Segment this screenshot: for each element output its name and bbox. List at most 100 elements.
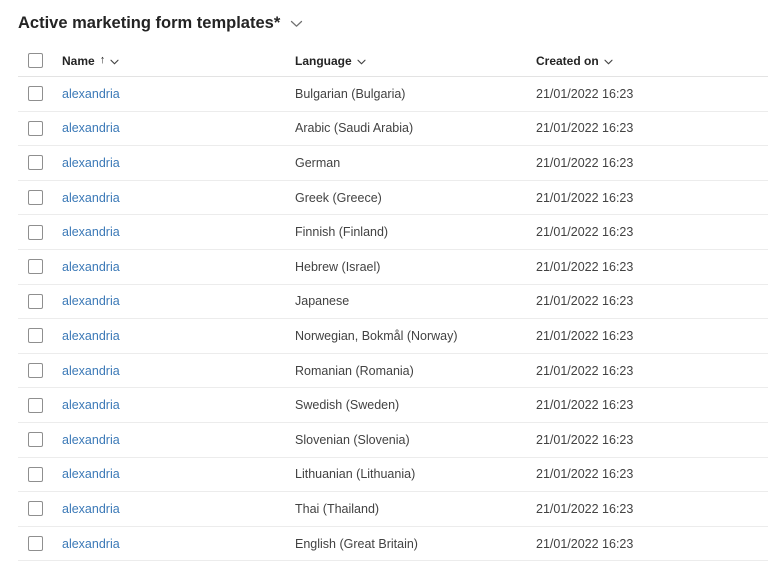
row-select-cell — [18, 190, 62, 206]
row-checkbox[interactable] — [28, 120, 43, 136]
created-on-cell: 21/01/2022 16:23 — [536, 431, 768, 449]
table-row: alexandria Norwegian, Bokmål (Norway) 21… — [18, 319, 768, 354]
row-checkbox[interactable] — [28, 259, 43, 275]
created-on-value: 21/01/2022 16:23 — [536, 294, 634, 309]
name-cell: alexandria — [62, 119, 295, 137]
created-on-cell: 21/01/2022 16:23 — [536, 535, 768, 553]
table-row: alexandria English (Great Britain) 21/01… — [18, 527, 768, 562]
chevron-down-icon[interactable] — [604, 57, 613, 65]
select-all-checkbox[interactable] — [28, 53, 43, 68]
name-cell: alexandria — [62, 258, 295, 276]
table-row: alexandria Greek (Greece) 21/01/2022 16:… — [18, 181, 768, 216]
chevron-down-icon[interactable] — [290, 18, 303, 28]
row-select-cell — [18, 293, 62, 309]
row-checkbox[interactable] — [28, 86, 43, 102]
created-on-cell: 21/01/2022 16:23 — [536, 327, 768, 345]
table-row: alexandria German 21/01/2022 16:23 — [18, 146, 768, 181]
row-checkbox[interactable] — [28, 501, 43, 517]
created-on-value: 21/01/2022 16:23 — [536, 155, 634, 170]
created-on-cell: 21/01/2022 16:23 — [536, 119, 768, 137]
language-cell: Thai (Thailand) — [295, 500, 536, 518]
row-checkbox[interactable] — [28, 155, 43, 171]
template-name-link[interactable]: alexandria — [62, 260, 120, 274]
template-name-link[interactable]: alexandria — [62, 191, 120, 205]
template-name-link[interactable]: alexandria — [62, 467, 120, 481]
template-name-link[interactable]: alexandria — [62, 87, 120, 101]
language-cell: Romanian (Romania) — [295, 362, 536, 380]
created-on-value: 21/01/2022 16:23 — [536, 467, 634, 482]
row-checkbox[interactable] — [28, 328, 43, 344]
created-on-value: 21/01/2022 16:23 — [536, 190, 634, 205]
created-on-value: 21/01/2022 16:23 — [536, 432, 634, 447]
chevron-down-icon[interactable] — [110, 57, 119, 65]
template-name-link[interactable]: alexandria — [62, 294, 120, 308]
row-select-cell — [18, 224, 62, 240]
language-cell: Arabic (Saudi Arabia) — [295, 119, 536, 137]
created-on-cell: 21/01/2022 16:23 — [536, 396, 768, 414]
template-name-link[interactable]: alexandria — [62, 537, 120, 551]
created-on-value: 21/01/2022 16:23 — [536, 536, 634, 551]
row-select-cell — [18, 397, 62, 413]
table-row: alexandria Arabic (Saudi Arabia) 21/01/2… — [18, 112, 768, 147]
row-checkbox[interactable] — [28, 432, 43, 448]
language-value: Lithuanian (Lithuania) — [295, 467, 416, 482]
table-body: alexandria Bulgarian (Bulgaria) 21/01/20… — [18, 77, 768, 562]
template-name-link[interactable]: alexandria — [62, 156, 120, 170]
name-cell: alexandria — [62, 85, 295, 103]
language-value: Romanian (Romania) — [295, 363, 414, 378]
template-name-link[interactable]: alexandria — [62, 398, 120, 412]
template-name-link[interactable]: alexandria — [62, 502, 120, 516]
row-select-cell — [18, 501, 62, 517]
language-cell: Japanese — [295, 292, 536, 310]
created-on-cell: 21/01/2022 16:23 — [536, 292, 768, 310]
created-on-value: 21/01/2022 16:23 — [536, 398, 634, 413]
column-header-created-on[interactable]: Created on — [536, 54, 768, 68]
column-header-created-on-label: Created on — [536, 53, 599, 68]
name-cell: alexandria — [62, 431, 295, 449]
table-row: alexandria Japanese 21/01/2022 16:23 — [18, 285, 768, 320]
row-checkbox[interactable] — [28, 293, 43, 309]
page-title: Active marketing form templates* — [18, 14, 281, 32]
column-header-name-label: Name — [62, 53, 95, 68]
language-value: Thai (Thailand) — [295, 501, 380, 516]
chevron-down-icon[interactable] — [357, 57, 366, 65]
template-name-link[interactable]: alexandria — [62, 225, 120, 239]
column-header-name[interactable]: Name ↑ — [62, 54, 295, 68]
created-on-cell: 21/01/2022 16:23 — [536, 189, 768, 207]
language-value: Arabic (Saudi Arabia) — [295, 121, 414, 136]
created-on-cell: 21/01/2022 16:23 — [536, 500, 768, 518]
row-checkbox[interactable] — [28, 536, 43, 552]
name-cell: alexandria — [62, 292, 295, 310]
language-value: Norwegian, Bokmål (Norway) — [295, 328, 458, 343]
template-name-link[interactable]: alexandria — [62, 329, 120, 343]
created-on-cell: 21/01/2022 16:23 — [536, 362, 768, 380]
row-checkbox[interactable] — [28, 190, 43, 206]
column-header-language[interactable]: Language — [295, 54, 536, 68]
language-cell: English (Great Britain) — [295, 535, 536, 553]
language-value: English (Great Britain) — [295, 536, 418, 551]
language-cell: Hebrew (Israel) — [295, 258, 536, 276]
created-on-cell: 21/01/2022 16:23 — [536, 258, 768, 276]
view-selector[interactable]: Active marketing form templates* — [18, 11, 768, 35]
created-on-value: 21/01/2022 16:23 — [536, 259, 634, 274]
table-row: alexandria Thai (Thailand) 21/01/2022 16… — [18, 492, 768, 527]
language-value: Slovenian (Slovenia) — [295, 432, 410, 447]
select-all-cell — [18, 53, 62, 68]
row-checkbox[interactable] — [28, 397, 43, 413]
row-checkbox[interactable] — [28, 224, 43, 240]
created-on-value: 21/01/2022 16:23 — [536, 121, 634, 136]
language-value: Bulgarian (Bulgaria) — [295, 86, 406, 101]
language-cell: Slovenian (Slovenia) — [295, 431, 536, 449]
row-checkbox[interactable] — [28, 466, 43, 482]
row-select-cell — [18, 155, 62, 171]
template-name-link[interactable]: alexandria — [62, 364, 120, 378]
table-header-row: Name ↑ Language Created on — [18, 45, 768, 77]
template-name-link[interactable]: alexandria — [62, 433, 120, 447]
language-value: Japanese — [295, 294, 350, 309]
name-cell: alexandria — [62, 189, 295, 207]
row-select-cell — [18, 536, 62, 552]
template-name-link[interactable]: alexandria — [62, 121, 120, 135]
table-row: alexandria Bulgarian (Bulgaria) 21/01/20… — [18, 77, 768, 112]
language-cell: Greek (Greece) — [295, 189, 536, 207]
row-checkbox[interactable] — [28, 363, 43, 379]
